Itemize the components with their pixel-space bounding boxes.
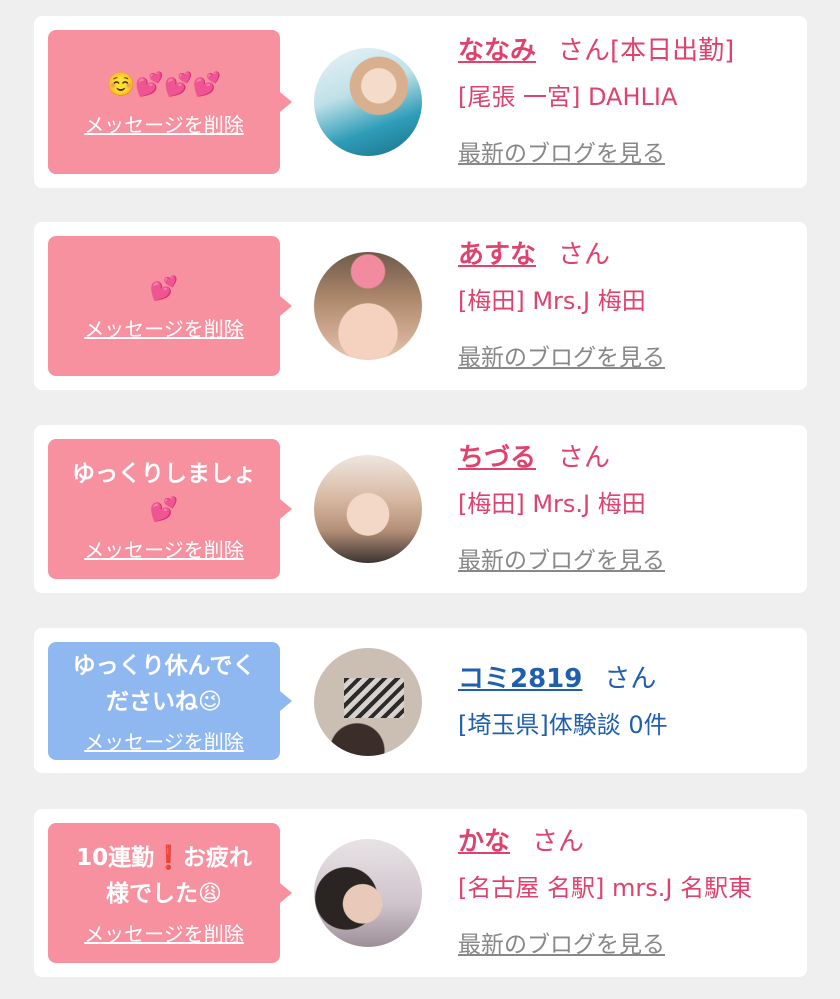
delete-message-link[interactable]: メッセージを削除 (84, 109, 244, 138)
latest-blog-link[interactable]: 最新のブログを見る (458, 925, 797, 959)
profile-info: コミ2819 さん [埼玉県]体験談 0件 (458, 662, 797, 742)
delete-message-link[interactable]: メッセージを削除 (84, 726, 244, 755)
profile-info: ちづる さん [梅田] Mrs.J 梅田 最新のブログを見る (458, 441, 797, 575)
name-row: ちづる さん (458, 441, 797, 475)
name-row: コミ2819 さん (458, 662, 797, 696)
message-bubble: ゆっくり休んでく ださいね😉 メッセージを削除 (48, 642, 292, 760)
message-text: ゆっくり休んでく ださいね😉 (72, 652, 256, 715)
shop-text: [名古屋 名駅] mrs.J 名駅東 (458, 874, 753, 902)
honorific: さん (558, 240, 611, 270)
avatar[interactable] (314, 648, 422, 756)
message-card: 💕 メッセージを削除 あすな さん [梅田] Mrs.J 梅田 最新のブログを見る (34, 222, 807, 390)
message-bubble: 10連勤❗️お疲れ 様でした😩 メッセージを削除 (48, 823, 292, 963)
profile-name-link[interactable]: かな (458, 827, 510, 857)
delete-message-link[interactable]: メッセージを削除 (84, 534, 244, 563)
status-text: [本日出勤] (610, 36, 735, 66)
honorific: さん (532, 827, 585, 857)
message-card: ☺️💕💕💕 メッセージを削除 ななみ さん[本日出勤] [尾張 一宮] DAHLI… (34, 16, 807, 188)
profile-name-link[interactable]: ななみ (458, 36, 536, 66)
message-bubble: ゆっくりしましょ 💕 メッセージを削除 (48, 439, 292, 579)
honorific: さん (558, 36, 611, 66)
latest-blog-link[interactable]: 最新のブログを見る (458, 541, 797, 575)
message-text: 💕 (149, 275, 179, 302)
message-text: ゆっくりしましょ 💕 (72, 460, 256, 523)
avatar[interactable] (314, 839, 422, 947)
message-text: 10連勤❗️お疲れ 様でした😩 (76, 844, 252, 907)
message-card: ゆっくりしましょ 💕 メッセージを削除 ちづる さん [梅田] Mrs.J 梅田 … (34, 425, 807, 593)
shop-text: [埼玉県]体験談 0件 (458, 711, 668, 739)
message-card: 10連勤❗️お疲れ 様でした😩 メッセージを削除 かな さん [名古屋 名駅] m… (34, 809, 807, 977)
avatar[interactable] (314, 48, 422, 156)
latest-blog-link[interactable]: 最新のブログを見る (458, 338, 797, 372)
honorific: さん (604, 664, 657, 694)
latest-blog-link[interactable]: 最新のブログを見る (458, 134, 797, 168)
profile-name-link[interactable]: コミ2819 (458, 664, 582, 694)
delete-message-link[interactable]: メッセージを削除 (84, 313, 244, 342)
message-bubble: ☺️💕💕💕 メッセージを削除 (48, 30, 292, 174)
shop-text: [尾張 一宮] DAHLIA (458, 83, 678, 111)
shop-text: [梅田] Mrs.J 梅田 (458, 287, 646, 315)
message-text: ☺️💕💕💕 (106, 71, 222, 98)
avatar[interactable] (314, 455, 422, 563)
name-row: かな さん (458, 825, 797, 859)
profile-info: ななみ さん[本日出勤] [尾張 一宮] DAHLIA 最新のブログを見る (458, 34, 797, 168)
profile-name-link[interactable]: ちづる (458, 443, 536, 473)
honorific: さん (558, 443, 611, 473)
profile-name-link[interactable]: あすな (458, 240, 536, 270)
avatar[interactable] (314, 252, 422, 360)
message-card: ゆっくり休んでく ださいね😉 メッセージを削除 コミ2819 さん [埼玉県]体験… (34, 628, 807, 773)
profile-info: かな さん [名古屋 名駅] mrs.J 名駅東 最新のブログを見る (458, 825, 797, 959)
delete-message-link[interactable]: メッセージを削除 (84, 918, 244, 947)
message-bubble: 💕 メッセージを削除 (48, 236, 292, 376)
name-row: あすな さん (458, 238, 797, 272)
name-row: ななみ さん[本日出勤] (458, 34, 797, 68)
shop-text: [梅田] Mrs.J 梅田 (458, 490, 646, 518)
profile-info: あすな さん [梅田] Mrs.J 梅田 最新のブログを見る (458, 238, 797, 372)
